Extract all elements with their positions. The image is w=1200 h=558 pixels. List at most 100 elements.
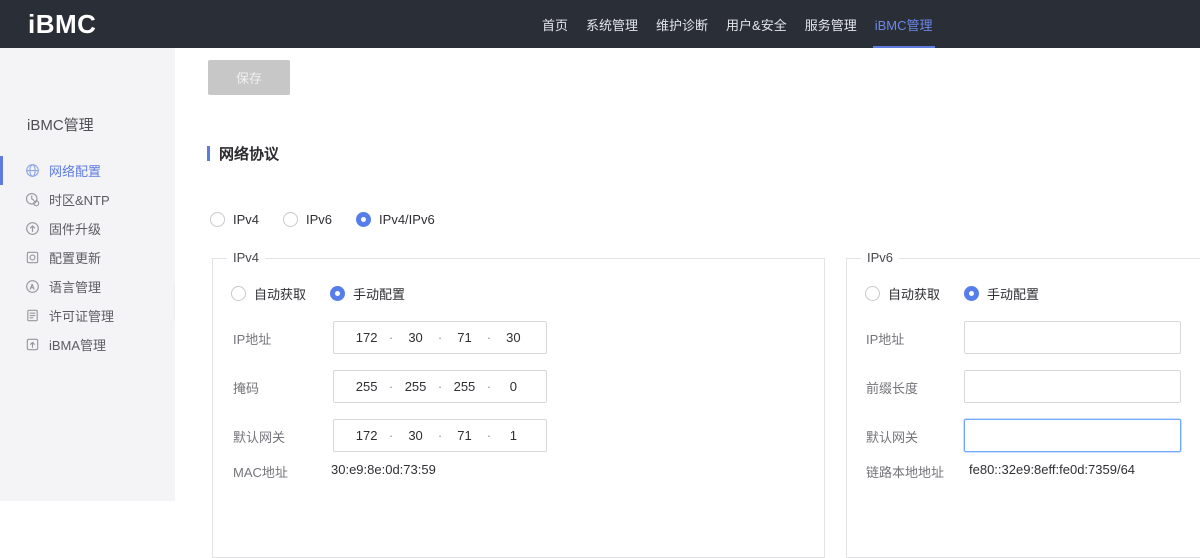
ipv6-mode-radio-group: 自动获取 手动配置 — [865, 284, 1039, 303]
ipv6-gateway-label: 默认网关 — [866, 427, 918, 446]
nav-item-service-management[interactable]: 服务管理 — [803, 0, 859, 48]
sidebar-item-label: 许可证管理 — [49, 306, 114, 325]
ipv6-prefix-input[interactable] — [964, 370, 1181, 403]
mac-address-label: MAC地址 — [233, 462, 288, 481]
ip-octet[interactable]: 30 — [502, 330, 524, 345]
section-title: 网络协议 — [219, 143, 279, 164]
ip-octet[interactable]: 0 — [502, 379, 524, 394]
ip-octet[interactable]: 255 — [453, 379, 475, 394]
firmware-upgrade-icon — [25, 221, 40, 236]
ibma-icon — [25, 337, 40, 352]
save-button[interactable]: 保存 — [208, 60, 290, 95]
sidebar: iBMC管理 网络配置 时区&NTP 固件升级 配置更新 — [0, 48, 175, 501]
radio-checked-icon[interactable] — [356, 212, 371, 227]
ipv4-mode-radio-group: 自动获取 手动配置 — [231, 284, 405, 303]
ipv4-ip-label: IP地址 — [233, 329, 271, 348]
nav-item-maintenance-diagnosis[interactable]: 维护诊断 — [654, 0, 710, 48]
protocol-option-ipv6[interactable]: IPv6 — [283, 212, 332, 227]
radio-label: 自动获取 — [888, 284, 940, 303]
main-content: 保存 网络协议 IPv4 IPv6 IPv4/IPv6 IPv4 自动获取 — [175, 48, 1200, 501]
sidebar-menu: 网络配置 时区&NTP 固件升级 配置更新 语言管理 — [0, 156, 175, 359]
section-header: 网络协议 — [207, 143, 279, 164]
ipv4-mode-auto[interactable]: 自动获取 — [231, 284, 306, 303]
radio-label: 手动配置 — [987, 284, 1039, 303]
radio-label: IPv4 — [233, 212, 259, 227]
ipv4-gateway-label: 默认网关 — [233, 427, 285, 446]
ipv6-panel-legend: IPv6 — [861, 250, 899, 265]
top-nav: 首页 系统管理 维护诊断 用户&安全 服务管理 iBMC管理 — [540, 0, 935, 48]
dot-separator: · — [487, 330, 491, 345]
sidebar-item-config-update[interactable]: 配置更新 — [0, 243, 175, 272]
sidebar-item-license-management[interactable]: 许可证管理 — [0, 301, 175, 330]
timezone-clock-icon — [25, 192, 40, 207]
sidebar-item-label: 配置更新 — [49, 248, 101, 267]
radio-checked-icon[interactable] — [330, 286, 345, 301]
sidebar-item-label: 语言管理 — [49, 277, 101, 296]
ipv4-mode-manual[interactable]: 手动配置 — [330, 284, 405, 303]
ip-octet[interactable]: 30 — [405, 330, 427, 345]
ipv4-panel: IPv4 自动获取 手动配置 IP地址 172 · 30 · 71 · 30 掩… — [212, 258, 825, 558]
ipv6-mode-manual[interactable]: 手动配置 — [964, 284, 1039, 303]
radio-checked-icon[interactable] — [964, 286, 979, 301]
ipv6-mode-auto[interactable]: 自动获取 — [865, 284, 940, 303]
sidebar-item-label: 时区&NTP — [49, 190, 110, 209]
ip-octet[interactable]: 1 — [502, 428, 524, 443]
config-update-icon — [25, 250, 40, 265]
radio-unchecked-icon[interactable] — [865, 286, 880, 301]
ipv6-address-input[interactable] — [964, 321, 1181, 354]
sidebar-item-firmware-upgrade[interactable]: 固件升级 — [0, 214, 175, 243]
ip-octet[interactable]: 30 — [405, 428, 427, 443]
link-local-label: 链路本地地址 — [866, 462, 944, 481]
ipv4-gateway-input[interactable]: 172 · 30 · 71 · 1 — [333, 419, 547, 452]
dot-separator: · — [438, 428, 442, 443]
language-icon — [25, 279, 40, 294]
ipv4-mask-label: 掩码 — [233, 378, 259, 397]
sidebar-item-timezone-ntp[interactable]: 时区&NTP — [0, 185, 175, 214]
dot-separator: · — [438, 330, 442, 345]
sidebar-title: iBMC管理 — [27, 114, 94, 135]
ip-octet[interactable]: 172 — [356, 330, 378, 345]
ipv4-mask-input[interactable]: 255 · 255 · 255 · 0 — [333, 370, 547, 403]
logo: iBMC — [28, 0, 96, 48]
nav-item-user-security[interactable]: 用户&安全 — [724, 0, 789, 48]
sidebar-item-ibma-management[interactable]: iBMA管理 — [0, 330, 175, 359]
license-icon — [25, 308, 40, 323]
nav-item-system-management[interactable]: 系统管理 — [584, 0, 640, 48]
dot-separator: · — [389, 330, 393, 345]
radio-unchecked-icon[interactable] — [210, 212, 225, 227]
sidebar-item-network-config[interactable]: 网络配置 — [0, 156, 175, 185]
radio-unchecked-icon[interactable] — [283, 212, 298, 227]
ipv4-panel-legend: IPv4 — [227, 250, 265, 265]
dot-separator: · — [438, 379, 442, 394]
dot-separator: · — [487, 428, 491, 443]
mac-address-value: 30:e9:8e:0d:73:59 — [331, 462, 436, 477]
radio-label: 手动配置 — [353, 284, 405, 303]
sidebar-item-label: iBMA管理 — [49, 335, 106, 354]
protocol-option-ipv4[interactable]: IPv4 — [210, 212, 259, 227]
ipv6-gateway-input[interactable] — [964, 419, 1181, 452]
radio-label: 自动获取 — [254, 284, 306, 303]
ip-octet[interactable]: 71 — [453, 330, 475, 345]
nav-item-home[interactable]: 首页 — [540, 0, 570, 48]
ip-octet[interactable]: 71 — [453, 428, 475, 443]
top-header-bar: iBMC 首页 系统管理 维护诊断 用户&安全 服务管理 iBMC管理 — [0, 0, 1200, 48]
protocol-option-ipv4-ipv6[interactable]: IPv4/IPv6 — [356, 212, 435, 227]
protocol-radio-group: IPv4 IPv6 IPv4/IPv6 — [210, 212, 435, 227]
dot-separator: · — [389, 379, 393, 394]
dot-separator: · — [487, 379, 491, 394]
dot-separator: · — [389, 428, 393, 443]
sidebar-item-label: 固件升级 — [49, 219, 101, 238]
section-accent-bar — [207, 146, 210, 161]
ip-octet[interactable]: 172 — [356, 428, 378, 443]
ipv4-ip-input[interactable]: 172 · 30 · 71 · 30 — [333, 321, 547, 354]
ipv6-ip-label: IP地址 — [866, 329, 904, 348]
ipv6-panel: IPv6 自动获取 手动配置 IP地址 前缀长度 默认网关 链路本地地址 fe8… — [846, 258, 1200, 558]
radio-label: IPv4/IPv6 — [379, 212, 435, 227]
ipv6-prefix-label: 前缀长度 — [866, 378, 918, 397]
sidebar-item-language-management[interactable]: 语言管理 — [0, 272, 175, 301]
radio-unchecked-icon[interactable] — [231, 286, 246, 301]
radio-label: IPv6 — [306, 212, 332, 227]
nav-item-ibmc-management[interactable]: iBMC管理 — [873, 0, 935, 48]
ip-octet[interactable]: 255 — [405, 379, 427, 394]
ip-octet[interactable]: 255 — [356, 379, 378, 394]
